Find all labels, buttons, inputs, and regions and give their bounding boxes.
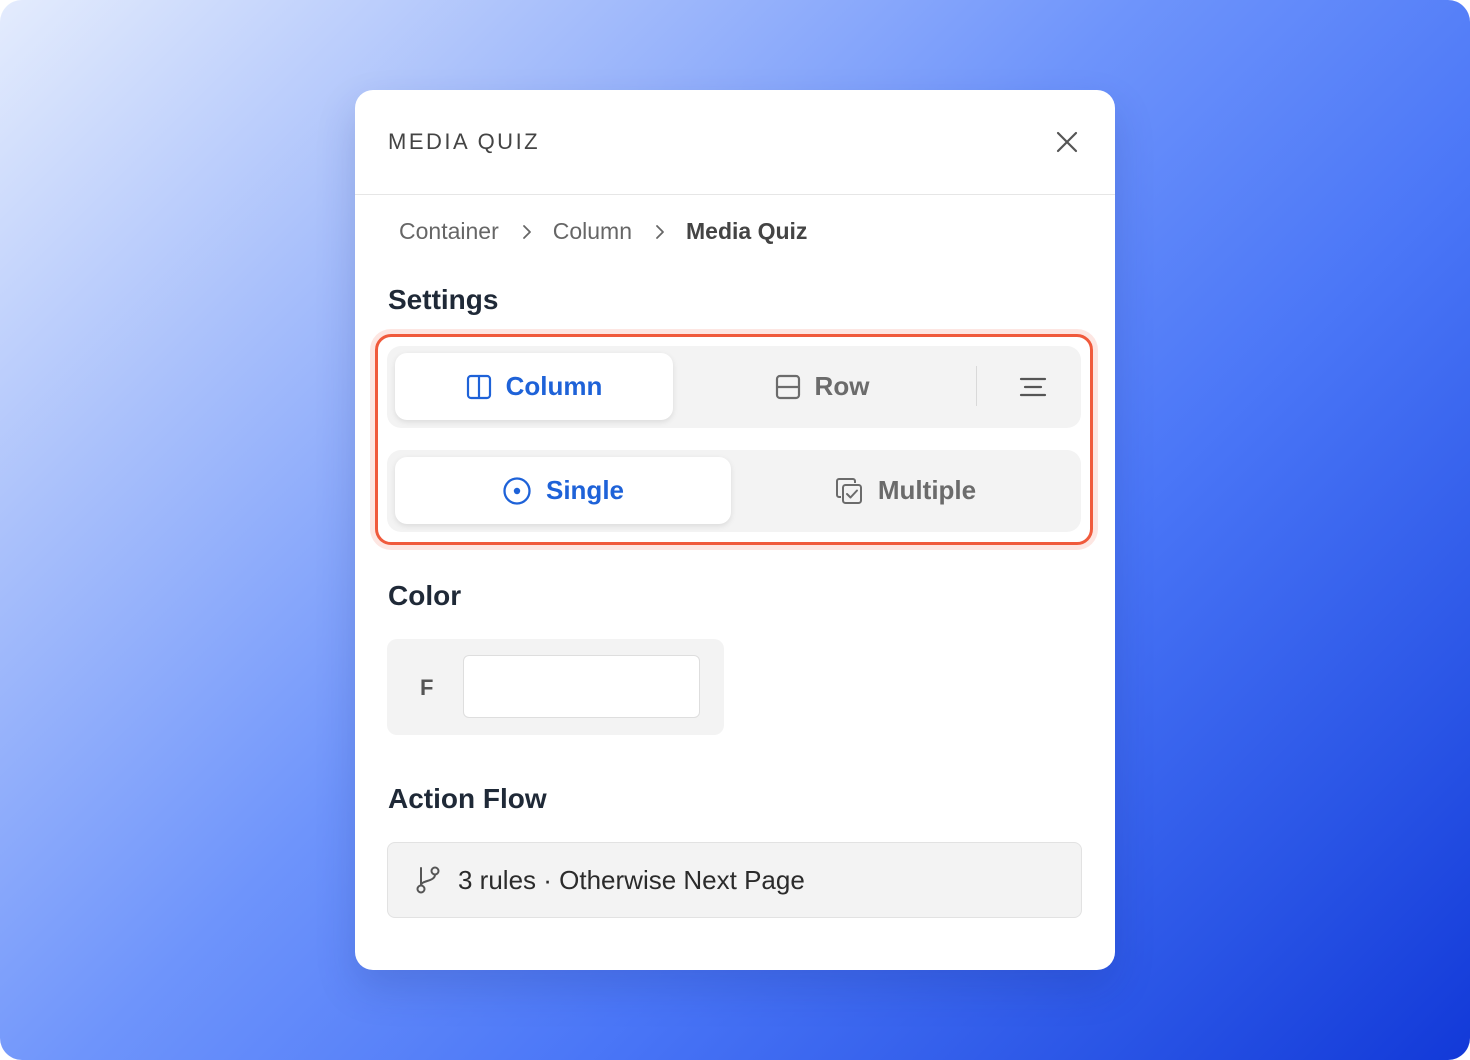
breadcrumb: Container Column Media Quiz	[399, 218, 807, 245]
selection-single-button[interactable]: Single	[395, 457, 731, 524]
breadcrumb-item-current: Media Quiz	[686, 218, 808, 244]
panel-title: MEDIA QUIZ	[388, 129, 541, 154]
color-title: Color	[388, 580, 462, 611]
background: MEDIA QUIZ Container Column Media Quiz S…	[0, 0, 1470, 1060]
layout-row-button[interactable]: Row	[679, 353, 965, 420]
align-menu-button[interactable]	[999, 353, 1067, 420]
action-flow-title: Action Flow	[388, 783, 547, 814]
panel-header: MEDIA QUIZ	[355, 90, 1115, 195]
breadcrumb-item-column[interactable]: Column	[553, 218, 632, 245]
color-picker: F	[387, 639, 724, 735]
layout-column-button[interactable]: Column	[395, 353, 673, 420]
rows-icon	[775, 374, 800, 399]
selection-multiple-label: Multiple	[877, 475, 977, 505]
multi-check-icon	[835, 477, 862, 504]
selection-multiple-button[interactable]: Multiple	[737, 457, 1073, 524]
selection-single-label: Single	[545, 475, 624, 505]
close-icon	[1056, 131, 1078, 153]
layout-segmented-control: Column Row	[387, 346, 1081, 428]
branch-icon	[416, 866, 440, 894]
action-flow-text: 3 rules · Otherwise Next Page	[458, 864, 805, 895]
settings-title: Settings	[388, 284, 499, 315]
layout-row-label: Row	[814, 371, 870, 401]
action-flow-summary[interactable]: 3 rules · Otherwise Next Page	[387, 842, 1082, 918]
selection-segmented-control: Single Multiple	[387, 450, 1081, 532]
radio-icon	[503, 476, 531, 505]
align-center-icon	[1019, 377, 1047, 396]
color-value-field[interactable]	[463, 655, 700, 718]
close-button[interactable]	[1047, 122, 1087, 162]
breadcrumb-item-container[interactable]: Container	[399, 218, 499, 245]
media-quiz-panel: MEDIA QUIZ Container Column Media Quiz S…	[355, 90, 1115, 970]
chevron-right-icon	[654, 224, 666, 240]
layout-column-label: Column	[505, 371, 603, 401]
segment-divider	[976, 366, 977, 406]
columns-icon	[466, 374, 491, 399]
color-letter: F	[420, 675, 434, 700]
chevron-right-icon	[521, 224, 533, 240]
